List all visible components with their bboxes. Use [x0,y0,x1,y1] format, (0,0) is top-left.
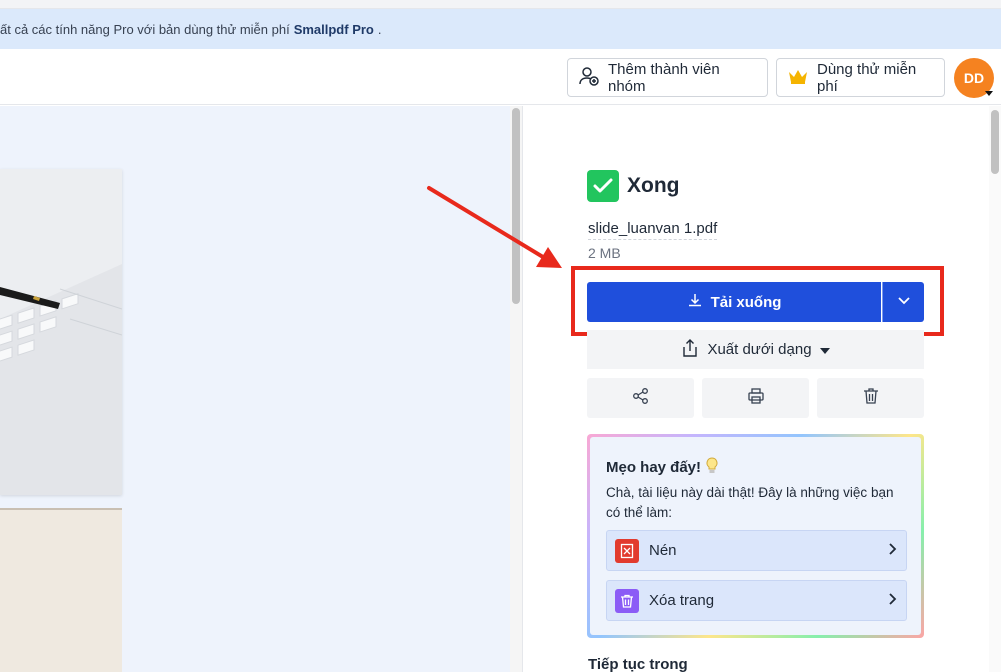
share-export-icon [681,338,699,362]
add-team-member-label: Thêm thành viên nhóm [608,60,720,95]
trash-icon [615,588,639,613]
share-icon [632,387,650,410]
download-label: Tải xuống [710,293,782,311]
download-options-dropdown[interactable] [882,282,924,322]
banner-text: ất cả các tính năng Pro với bản dùng thử… [0,21,290,37]
compress-icon [615,538,639,563]
tips-title: Mẹo hay đấy! [606,457,719,476]
share-button[interactable] [587,378,694,418]
tip-item-compress[interactable]: Nén [606,530,907,571]
panel-scrollbar-thumb[interactable] [991,110,999,174]
document-preview-area [0,106,510,672]
export-as-button[interactable]: Xuất dưới dạng [587,330,924,369]
avatar-initials: DD [963,70,985,86]
tips-card: Mẹo hay đấy! Chà, tài liệu này dài thật!… [587,434,924,638]
export-as-label: Xuất dưới dạng [707,341,812,358]
banner-suffix: . [377,21,382,37]
page-thumbnail-1[interactable] [0,169,122,495]
tips-title-text: Mẹo hay đấy! [606,459,702,476]
delete-button[interactable] [817,378,924,418]
add-user-icon [578,65,600,91]
download-button[interactable]: Tải xuống [587,282,881,322]
preview-scrollbar[interactable] [510,106,522,672]
add-team-member-button[interactable]: Thêm thành viên nhóm [567,58,768,97]
status-label: Xong [627,174,680,197]
lightbulb-icon [705,457,719,476]
tip-item-label: Nén [649,542,677,559]
avatar[interactable]: DD [954,58,994,98]
promo-banner: ất cả các tính năng Pro với bản dùng thử… [0,9,1001,49]
preview-scrollbar-thumb[interactable] [512,108,520,304]
tip-item-label: Xóa trang [649,592,715,609]
chevron-right-icon [888,542,898,560]
file-name[interactable]: slide_luanvan 1.pdf [588,220,718,240]
free-trial-button[interactable]: Dùng thử miễn phí [776,58,945,97]
status-row: Xong [587,170,680,202]
browser-top-strip [0,0,1001,9]
tips-description: Chà, tài liệu này dài thật! Đây là những… [606,485,894,520]
print-button[interactable] [702,378,809,418]
avatar-caret-icon [985,91,993,96]
page-thumbnail-2[interactable] [0,508,122,672]
chevron-right-icon [888,592,898,610]
check-icon [587,170,619,202]
printer-icon [747,387,765,410]
continue-in-heading: Tiếp tục trong [588,656,688,672]
banner-brand-link[interactable]: Smallpdf Pro [294,22,374,37]
keyboard-photo-illustration [0,169,122,495]
download-icon [687,292,703,312]
trash-icon [863,387,879,410]
panel-scrollbar[interactable] [989,106,1001,672]
file-size: 2 MB [588,245,621,261]
crown-icon [787,67,809,89]
free-trial-label: Dùng thử miễn phí [817,60,917,95]
tip-item-delete-pages[interactable]: Xóa trang [606,580,907,621]
app-header: Thêm thành viên nhóm Dùng thử miễn phí D… [0,49,1001,105]
caret-down-icon [819,341,830,358]
chevron-down-icon [897,293,911,311]
